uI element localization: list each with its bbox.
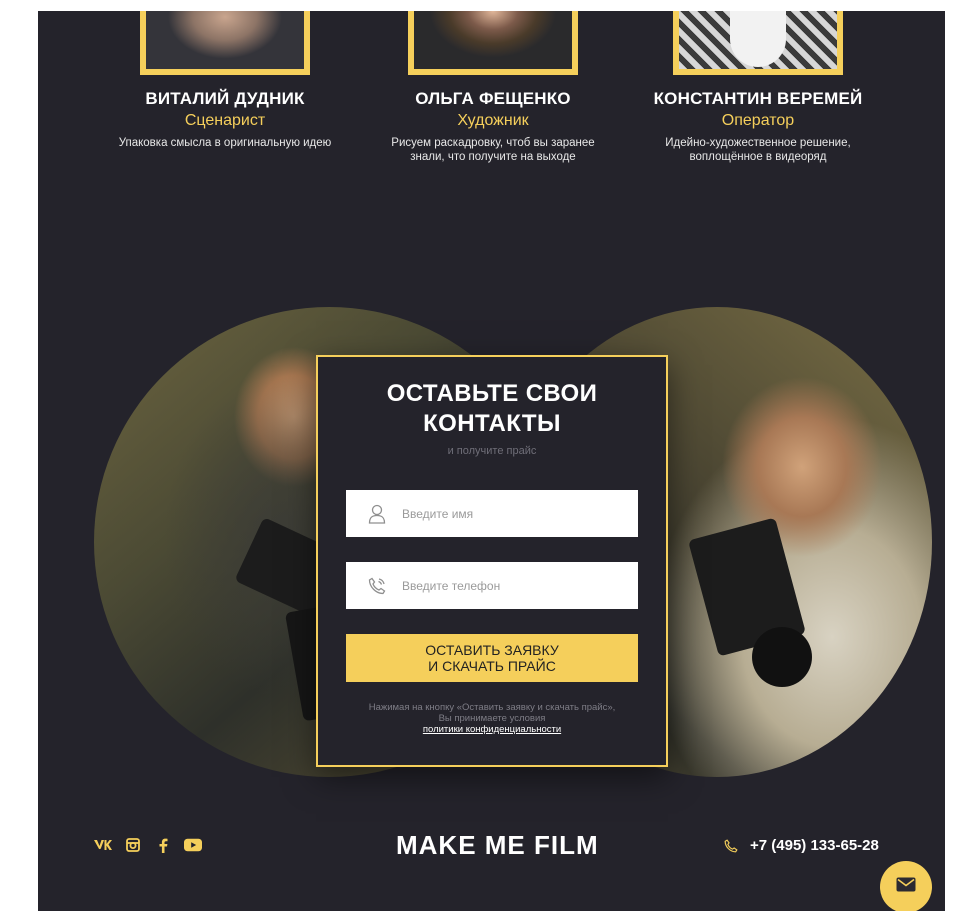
envelope-icon xyxy=(896,877,916,897)
social-links xyxy=(94,837,202,853)
vk-icon[interactable] xyxy=(94,837,112,853)
team-member-2: ОЛЬГА ФЕЩЕНКО Художник Рисуем раскадровк… xyxy=(368,11,618,164)
message-button[interactable] xyxy=(880,861,932,911)
team-photo-1 xyxy=(140,11,310,75)
consent-text: Нажимая на кнопку «Оставить заявку и ска… xyxy=(368,702,616,735)
youtube-icon[interactable] xyxy=(184,837,202,853)
phone-input[interactable] xyxy=(400,577,634,594)
brand-logo[interactable]: MAKE ME FILM xyxy=(396,830,599,861)
member-name: ВИТАЛИЙ ДУДНИК xyxy=(145,89,305,108)
phone-field[interactable] xyxy=(346,562,638,609)
team-photo-3 xyxy=(673,11,843,75)
phone-icon xyxy=(366,575,388,597)
submit-request-button[interactable]: ОСТАВИТЬ ЗАЯВКУ И СКАЧАТЬ ПРАЙС xyxy=(346,634,638,682)
member-desc: Рисуем раскадровку, чтоб вы заранее знал… xyxy=(391,137,595,163)
member-role: Оператор xyxy=(721,112,795,129)
member-desc: Упаковка смысла в оригинальную идею xyxy=(118,137,332,149)
member-desc: Идейно-художественное решение, воплощённ… xyxy=(665,137,851,163)
team-member-1: ВИТАЛИЙ ДУДНИК Сценарист Упаковка смысла… xyxy=(100,11,350,150)
member-name: КОНСТАНТИН ВЕРЕМЕЙ xyxy=(653,89,863,108)
team-photo-2 xyxy=(408,11,578,75)
team-member-3: КОНСТАНТИН ВЕРЕМЕЙ Оператор Идейно-худож… xyxy=(633,11,883,164)
instagram-icon[interactable] xyxy=(124,837,142,853)
name-field[interactable] xyxy=(346,490,638,537)
contact-form: ОСТАВЬТЕ СВОИ КОНТАКТЫ и получите прайс xyxy=(316,355,668,767)
member-role: Сценарист xyxy=(184,112,266,129)
form-subtitle: и получите прайс xyxy=(447,445,537,457)
footer-phone[interactable]: +7 (495) 133-65-28 xyxy=(724,837,879,854)
handset-icon xyxy=(724,838,738,853)
phone-number: +7 (495) 133-65-28 xyxy=(750,837,879,854)
member-name: ОЛЬГА ФЕЩЕНКО xyxy=(415,89,571,108)
member-role: Художник xyxy=(457,112,529,129)
privacy-policy-link[interactable]: политики конфиденциальности xyxy=(423,724,561,735)
page: ВИТАЛИЙ ДУДНИК Сценарист Упаковка смысла… xyxy=(38,11,945,911)
name-input[interactable] xyxy=(400,505,634,522)
facebook-icon[interactable] xyxy=(154,837,172,853)
form-title: ОСТАВЬТЕ СВОИ КОНТАКТЫ xyxy=(386,380,598,437)
user-icon xyxy=(366,503,388,525)
